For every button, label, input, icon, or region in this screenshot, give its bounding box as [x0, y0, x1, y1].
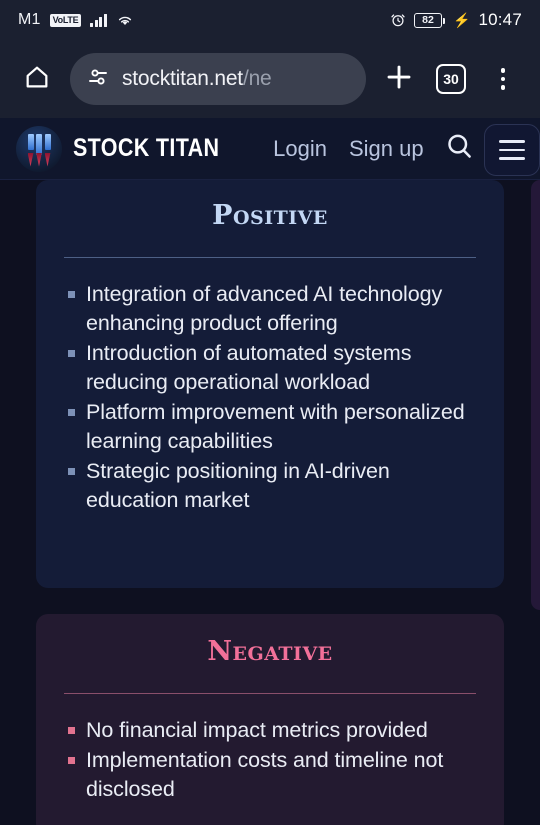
- status-bar: M1 VoLTE 82 ⚡ 10:47: [0, 0, 540, 40]
- list-item: Platform improvement with personalized l…: [62, 398, 478, 456]
- volte-badge: VoLTE: [49, 13, 82, 27]
- list-item: Introduction of automated systems reduci…: [62, 339, 478, 397]
- negative-bullet-list: No financial impact metrics provided Imp…: [62, 716, 478, 804]
- login-link[interactable]: Login: [273, 136, 327, 162]
- brand-name[interactable]: STOCK TITAN: [73, 134, 219, 163]
- search-button[interactable]: [444, 131, 474, 166]
- url-domain: stocktitan.net: [122, 67, 243, 90]
- clock-label: 10:47: [478, 10, 522, 29]
- tab-count-badge: 30: [436, 64, 466, 94]
- positive-bullet-list: Integration of advanced AI technology en…: [62, 280, 478, 515]
- tab-switcher-button[interactable]: 30: [428, 56, 474, 102]
- positive-divider: [64, 257, 476, 258]
- list-item: Strategic positioning in AI-driven educa…: [62, 457, 478, 515]
- negative-divider: [64, 693, 476, 694]
- negative-card-title: Negative: [207, 636, 333, 667]
- site-header: STOCK TITAN Login Sign up: [0, 118, 540, 180]
- home-button[interactable]: [14, 56, 60, 102]
- hamburger-menu-icon[interactable]: [484, 124, 540, 176]
- status-bar-left: M1 VoLTE: [18, 11, 390, 29]
- battery-indicator: 82: [414, 12, 446, 28]
- positive-card-title: Positive: [212, 200, 328, 231]
- list-item: Implementation costs and timeline not di…: [62, 746, 478, 804]
- list-item: Integration of advanced AI technology en…: [62, 280, 478, 338]
- signal-bars-icon: [90, 13, 107, 27]
- page-content: Positive Integration of advanced AI tech…: [0, 180, 540, 825]
- home-icon: [23, 63, 51, 96]
- stock-titan-logo-icon[interactable]: [16, 125, 62, 172]
- positive-card: Positive Integration of advanced AI tech…: [36, 180, 504, 588]
- signup-link[interactable]: Sign up: [349, 136, 424, 162]
- plus-icon: [384, 62, 414, 97]
- browser-toolbar: stocktitan.net/ne 30: [0, 40, 540, 118]
- logo-bars: [16, 133, 62, 155]
- url-bar[interactable]: stocktitan.net/ne: [70, 53, 366, 105]
- logo-arrows: [16, 152, 62, 167]
- browser-menu-button[interactable]: [480, 56, 526, 102]
- tune-icon[interactable]: [86, 65, 110, 94]
- alarm-clock-icon: [390, 12, 406, 28]
- carrier-label: M1: [18, 11, 41, 28]
- header-nav: Login Sign up: [273, 136, 423, 162]
- url-path: /ne: [242, 67, 272, 90]
- url-text[interactable]: stocktitan.net/ne: [122, 67, 272, 91]
- more-vertical-icon: [500, 68, 506, 90]
- list-item: No financial impact metrics provided: [62, 716, 478, 745]
- battery-percent-label: 82: [422, 14, 434, 26]
- adjacent-card-edge: [531, 180, 540, 610]
- charging-bolt-icon: ⚡: [453, 11, 471, 28]
- wifi-icon: [116, 13, 134, 27]
- status-bar-right: 82 ⚡ 10:47: [390, 10, 522, 30]
- search-icon: [444, 131, 474, 166]
- new-tab-button[interactable]: [376, 56, 422, 102]
- negative-card: Negative No financial impact metrics pro…: [36, 614, 504, 825]
